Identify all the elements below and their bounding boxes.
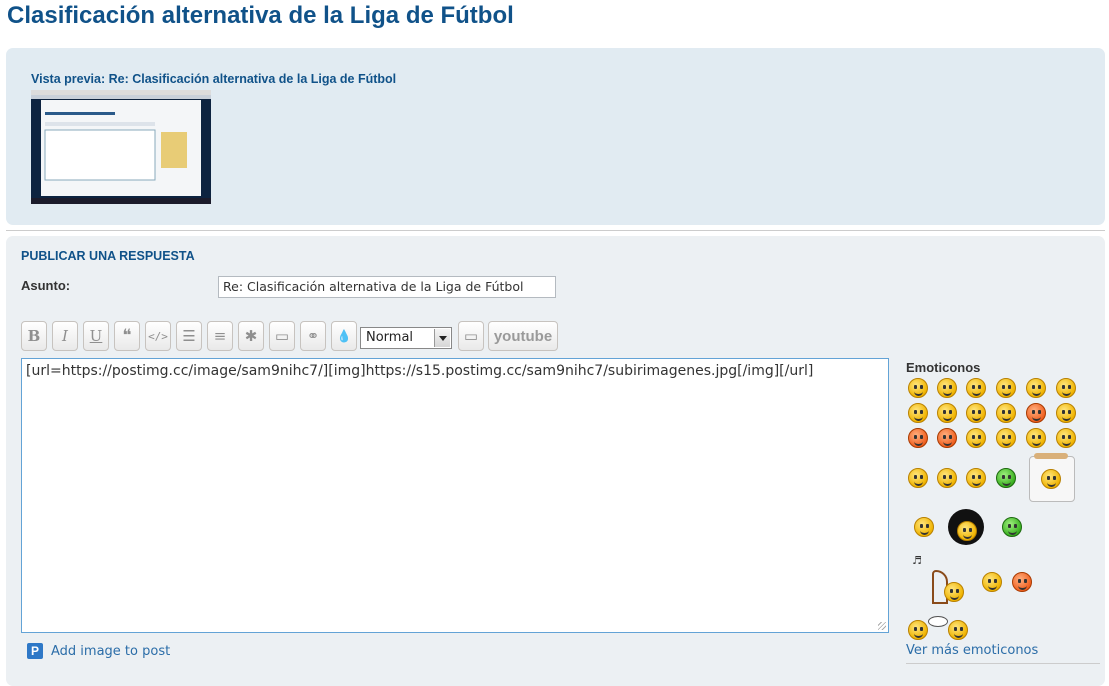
angel-face-icon: [944, 582, 964, 602]
surprised-icon[interactable]: [996, 378, 1016, 398]
list-button[interactable]: ☰: [176, 321, 202, 351]
color-button[interactable]: 💧: [331, 321, 357, 351]
chat-left-icon[interactable]: [908, 620, 928, 640]
afro-face-icon: [957, 521, 977, 541]
page-title: Clasificación alternativa de la Liga de …: [7, 2, 514, 29]
italic-button[interactable]: I: [52, 321, 78, 351]
list-numbered-button[interactable]: ≡: [207, 321, 233, 351]
postimage-icon: P: [27, 643, 43, 659]
emoticons-divider: [906, 663, 1100, 664]
more-emoticons-link[interactable]: Ver más emoticonos: [906, 643, 1038, 658]
chat-right-icon[interactable]: [948, 620, 968, 640]
surprise-box-icon[interactable]: [1029, 453, 1075, 502]
flash-button[interactable]: ▭: [458, 321, 484, 351]
preview-label: Vista previa: Re: Clasificación alternat…: [31, 72, 397, 86]
resize-grip-icon[interactable]: [878, 622, 886, 630]
cool-icon[interactable]: [908, 403, 928, 423]
sad-icon[interactable]: [966, 378, 986, 398]
preview-image[interactable]: [31, 90, 211, 204]
subject-label: Asunto:: [21, 278, 71, 293]
alien-icon[interactable]: [1002, 517, 1022, 537]
grin-icon[interactable]: [937, 378, 957, 398]
image-button[interactable]: ▭: [269, 321, 295, 351]
mrgreen-neutral-icon[interactable]: [966, 468, 986, 488]
subject-input[interactable]: Re: Clasificación alternativa de la Liga…: [218, 276, 556, 298]
mad-icon[interactable]: [1012, 572, 1032, 592]
speech-bubble-icon: [928, 616, 948, 627]
bold-button[interactable]: B: [21, 321, 47, 351]
divider: [6, 230, 1105, 231]
razz-icon[interactable]: [966, 403, 986, 423]
code-button[interactable]: </>: [145, 321, 171, 351]
add-image-label: Add image to post: [51, 643, 171, 659]
laugh-icon[interactable]: [937, 403, 957, 423]
sleepy-icon[interactable]: [914, 517, 934, 537]
list-item-button[interactable]: ✱: [238, 321, 264, 351]
evil-icon[interactable]: [908, 428, 928, 448]
eek-icon[interactable]: [966, 428, 986, 448]
link-button[interactable]: ⚭: [300, 321, 326, 351]
exclaim-icon[interactable]: [1026, 428, 1046, 448]
message-text: [url=https://postimg.cc/image/sam9nihc7/…: [26, 363, 814, 379]
rolleyes-icon[interactable]: [1056, 403, 1076, 423]
afro-icon[interactable]: [948, 509, 984, 545]
angel-icon[interactable]: [982, 572, 1002, 592]
harp-angel-icon[interactable]: [932, 566, 966, 606]
reply-heading: PUBLICAR UNA RESPUESTA: [21, 249, 195, 263]
message-textarea[interactable]: [url=https://postimg.cc/image/sam9nihc7/…: [21, 358, 889, 633]
emoticons-title: Emoticonos: [906, 360, 981, 375]
underline-button[interactable]: U: [83, 321, 109, 351]
font-size-value: Normal: [366, 330, 414, 345]
idea-icon[interactable]: [908, 468, 928, 488]
preview-panel: Vista previa: Re: Clasificación alternat…: [6, 48, 1105, 225]
angry-icon[interactable]: [1026, 403, 1046, 423]
quote-button[interactable]: ❝: [114, 321, 140, 351]
smile-icon[interactable]: [908, 378, 928, 398]
add-image-link[interactable]: P Add image to post: [27, 642, 170, 660]
arrow-icon[interactable]: [937, 468, 957, 488]
chevron-down-icon[interactable]: [434, 329, 450, 347]
geek-icon[interactable]: [1026, 378, 1046, 398]
youtube-button[interactable]: youtube: [488, 321, 558, 351]
mrgreen-icon[interactable]: [996, 468, 1016, 488]
question-icon[interactable]: [1056, 428, 1076, 448]
box-lid-icon: [1034, 453, 1068, 459]
happy-icon[interactable]: [996, 403, 1016, 423]
font-size-select[interactable]: Normal: [360, 327, 452, 349]
box-face-icon: [1041, 469, 1061, 489]
twisted-icon[interactable]: [937, 428, 957, 448]
reply-panel: PUBLICAR UNA RESPUESTA Asunto: Re: Clasi…: [6, 236, 1105, 686]
wink-icon[interactable]: [1056, 378, 1076, 398]
neutral-icon[interactable]: [996, 428, 1016, 448]
music-notes-icon: ♬: [912, 554, 922, 567]
